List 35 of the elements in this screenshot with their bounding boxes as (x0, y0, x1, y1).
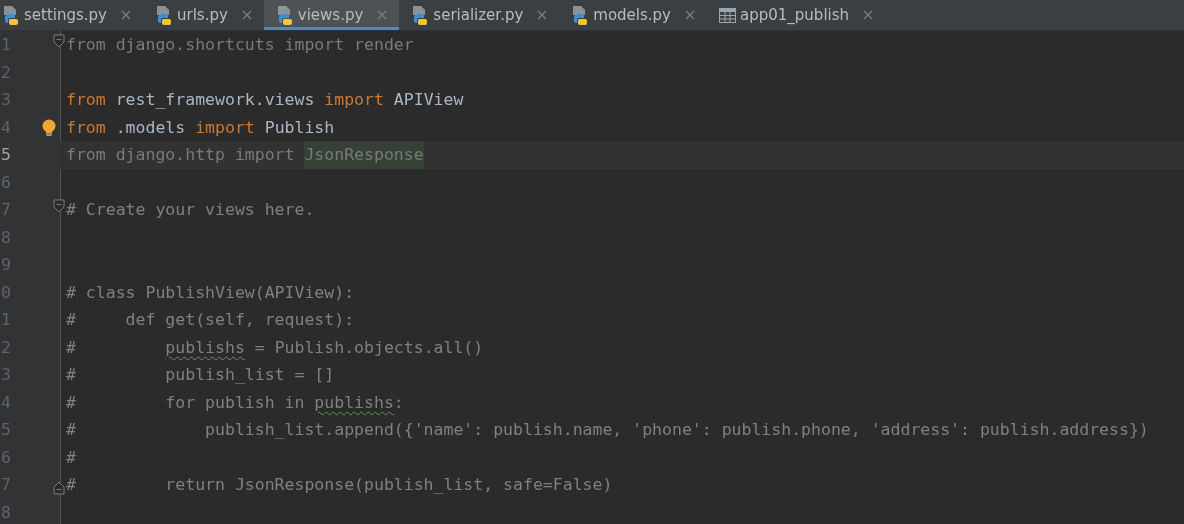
code-line: from rest_framework.views import APIView (65, 89, 464, 112)
python-file-icon (411, 5, 430, 25)
python-file-icon (275, 5, 294, 25)
table-icon (719, 7, 736, 23)
close-icon[interactable] (537, 10, 548, 20)
code-line: # (65, 446, 76, 469)
python-file-icon (155, 5, 173, 25)
code-line: from .models import Publish (65, 116, 335, 139)
file-tab[interactable]: serializer.py (399, 0, 560, 30)
fold-marker-icon[interactable] (53, 199, 65, 213)
file-tab[interactable]: models.py (559, 0, 707, 30)
code-line: # publish_list.append({'name': publish.name, 'phone': publish.phone, 'address': publish.address}) (65, 419, 1149, 442)
code-line: from django.shortcuts import render (65, 34, 414, 57)
fold-marker-icon[interactable] (53, 34, 65, 48)
code-line: # def get(self, request): (65, 309, 355, 332)
code-line: # Create your views here. (65, 199, 315, 222)
close-icon[interactable] (121, 10, 131, 20)
file-tab[interactable]: app01_publish (707, 0, 886, 30)
file-tab[interactable]: urls.py (143, 0, 264, 30)
code-line: from django.http import JsonResponse (60, 141, 424, 169)
close-icon[interactable] (863, 10, 874, 20)
close-icon[interactable] (377, 10, 388, 20)
code-line: # return JsonResponse(publish_list, safe=False) (65, 474, 613, 497)
code-line: # class PublishView(APIView): (65, 281, 355, 304)
code-line: # publish_list = [] (65, 364, 335, 387)
python-file-icon (571, 5, 590, 25)
close-icon[interactable] (685, 10, 695, 20)
python-file-icon (2, 5, 20, 25)
lightbulb-icon[interactable] (42, 118, 56, 136)
fold-marker-icon[interactable] (53, 481, 65, 495)
close-icon[interactable] (241, 10, 252, 20)
file-tab[interactable]: views.py (263, 0, 400, 30)
code-line: # for publish in publishs: (65, 391, 404, 414)
code-line: # publishs = Publish.objects.all() (65, 336, 484, 359)
file-tab[interactable]: settings.py (0, 0, 143, 30)
